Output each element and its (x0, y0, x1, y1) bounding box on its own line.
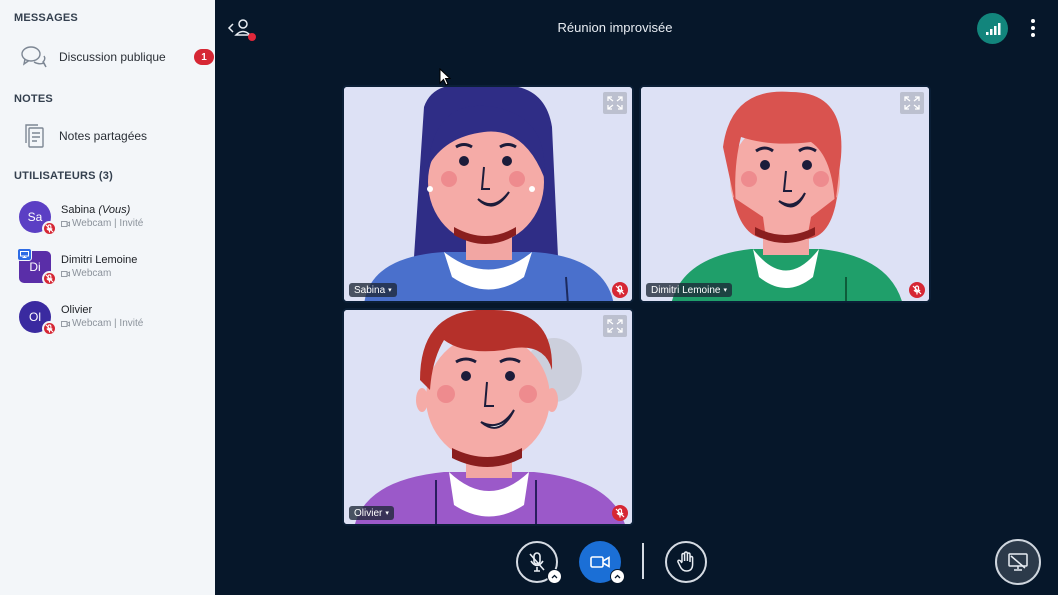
users-section-title: UTILISATEURS (3) (14, 170, 113, 182)
meeting-title: Réunion improvisée (557, 20, 673, 35)
messages-section-title: MESSAGES (14, 12, 78, 24)
user-item-olivier[interactable]: Ol Olivier Webcam | Invité (0, 295, 215, 341)
expand-icon (904, 96, 920, 110)
chevron-up-icon (551, 574, 558, 579)
presentation-button[interactable] (995, 539, 1041, 585)
user-name: Sabina (Vous) (61, 204, 131, 216)
video-tile-olivier[interactable]: Olivier ▾ (342, 308, 634, 526)
video-tile-dimitri[interactable]: Dimitri Lemoine ▾ (639, 85, 931, 303)
muted-mic-icon (612, 282, 628, 298)
fullscreen-button[interactable] (603, 315, 627, 337)
expand-icon (607, 319, 623, 333)
public-chat-label: Discussion publique (59, 50, 166, 64)
chevron-up-icon (614, 574, 621, 579)
signal-bars-icon (985, 22, 1000, 35)
mouse-cursor-icon (439, 68, 451, 86)
muted-mic-icon (42, 221, 57, 236)
connection-status-button[interactable] (977, 13, 1008, 44)
webcam-feed-sabina (344, 87, 632, 301)
webcam-small-icon (61, 220, 70, 227)
video-name-label: Sabina (354, 284, 386, 296)
user-item-dimitri[interactable]: Di Dimitri Lemoine Webcam (0, 245, 215, 291)
kebab-dot (1031, 26, 1035, 30)
user-status: Webcam | Invité (61, 218, 143, 229)
notification-dot (248, 33, 256, 41)
video-name-label: Olivier (354, 507, 383, 519)
chevron-down-icon: ▾ (388, 287, 392, 294)
video-name-menu[interactable]: Sabina ▾ (349, 283, 397, 297)
sidebar: MESSAGES Discussion publique 1 NOTES Not… (0, 0, 215, 595)
more-options-button[interactable] (1024, 16, 1042, 40)
hand-icon (677, 551, 694, 572)
video-name-label: Dimitri Lemoine (651, 284, 721, 296)
controls-divider (642, 543, 644, 579)
muted-mic-icon (42, 271, 57, 286)
video-options-button[interactable] (610, 569, 625, 584)
shared-notes-label: Notes partagées (59, 129, 148, 143)
chat-icon (20, 43, 48, 71)
shared-notes-item[interactable]: Notes partagées (0, 116, 215, 156)
video-name-menu[interactable]: Dimitri Lemoine ▾ (646, 283, 732, 297)
chevron-down-icon: ▾ (723, 287, 727, 294)
user-name: Dimitri Lemoine (61, 254, 138, 266)
presentation-icon (1008, 553, 1028, 571)
webcam-feed-dimitri (641, 87, 929, 301)
mic-off-icon (529, 552, 545, 572)
user-status: Webcam | Invité (61, 318, 143, 329)
user-status: Webcam (61, 268, 111, 279)
chevron-down-icon: ▾ (385, 510, 389, 517)
muted-mic-icon (42, 321, 57, 336)
webcam-icon (590, 556, 610, 568)
public-chat-item[interactable]: Discussion publique 1 (0, 37, 215, 77)
notes-icon (20, 122, 48, 150)
audio-options-button[interactable] (547, 569, 562, 584)
raise-hand-button[interactable] (665, 541, 707, 583)
fullscreen-button[interactable] (603, 92, 627, 114)
muted-mic-icon (909, 282, 925, 298)
user-name: Olivier (61, 304, 93, 316)
kebab-dot (1031, 19, 1035, 23)
video-tile-sabina[interactable]: Sabina ▾ (342, 85, 634, 303)
kebab-dot (1031, 33, 1035, 37)
fullscreen-button[interactable] (900, 92, 924, 114)
presenter-icon (17, 248, 32, 261)
user-item-sabina[interactable]: Sa Sabina (Vous) Webcam | Invité (0, 195, 215, 241)
unread-badge: 1 (194, 49, 214, 65)
webcam-small-icon (61, 320, 70, 327)
webcam-small-icon (61, 270, 70, 277)
muted-mic-icon (612, 505, 628, 521)
notes-section-title: NOTES (14, 93, 53, 105)
video-name-menu[interactable]: Olivier ▾ (349, 506, 394, 520)
you-tag: (Vous) (98, 204, 131, 216)
expand-icon (607, 96, 623, 110)
webcam-feed-olivier (344, 310, 632, 524)
